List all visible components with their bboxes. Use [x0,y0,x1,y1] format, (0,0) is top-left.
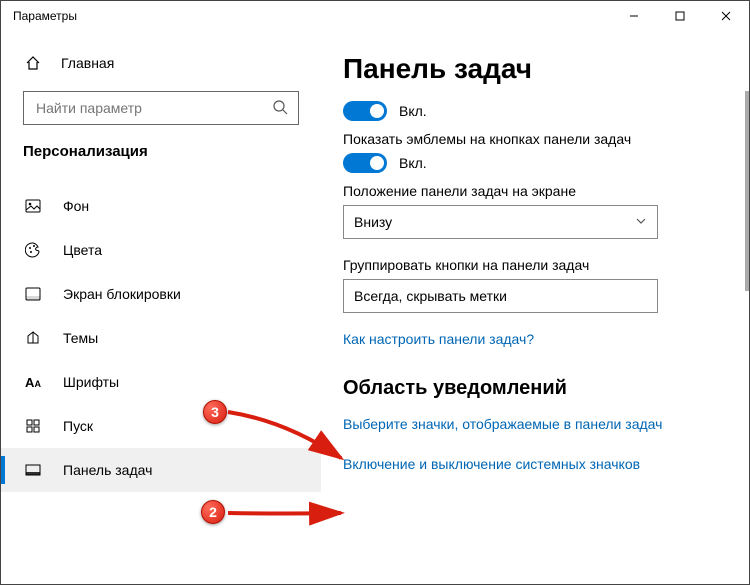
close-button[interactable] [703,1,749,31]
scrollbar[interactable] [745,91,749,291]
palette-icon [23,242,43,258]
sidebar: Главная Персонализация Фон Цвета Экран б… [1,31,321,584]
position-select[interactable]: Внизу [343,205,658,239]
sidebar-item-label: Шрифты [63,374,119,390]
sidebar-item-themes[interactable]: Темы [1,316,321,360]
toggle-switch[interactable] [343,153,387,173]
sidebar-item-start[interactable]: Пуск [1,404,321,448]
section-heading: Область уведомлений [343,377,721,400]
home-label: Главная [61,55,114,71]
taskbar-icon [23,464,43,476]
sidebar-item-background[interactable]: Фон [1,184,321,228]
callout-2: 2 [201,500,225,524]
sidebar-item-fonts[interactable]: AA Шрифты [1,360,321,404]
main-panel: Панель задач Вкл. Показать эмблемы на кн… [321,31,749,584]
themes-icon [23,330,43,346]
search-field[interactable] [34,99,272,117]
sidebar-item-label: Панель задач [63,462,152,478]
content: Главная Персонализация Фон Цвета Экран б… [1,31,749,584]
select-value: Внизу [354,214,392,230]
sidebar-item-label: Пуск [63,418,93,434]
sidebar-item-label: Фон [63,198,89,214]
start-icon [23,419,43,433]
search-input[interactable] [23,91,299,125]
toggle-row-2: Вкл. [343,153,721,173]
group-select[interactable]: Всегда, скрывать метки [343,279,658,313]
search-icon [272,99,288,118]
toggle-switch[interactable] [343,101,387,121]
toggle-row-1: Вкл. [343,101,721,121]
help-link[interactable]: Как настроить панели задач? [343,331,721,347]
minimize-button[interactable] [611,1,657,31]
lockscreen-icon [23,287,43,301]
titlebar: Параметры [1,1,749,31]
group-label: Группировать кнопки на панели задач [343,257,721,273]
picture-icon [23,199,43,213]
chevron-down-icon [635,214,647,230]
fonts-icon: AA [23,375,43,390]
callout-3: 3 [203,400,227,424]
home-link[interactable]: Главная [1,43,321,83]
select-value: Всегда, скрывать метки [354,288,507,304]
sidebar-item-lockscreen[interactable]: Экран блокировки [1,272,321,316]
sidebar-item-label: Темы [63,330,98,346]
link-system-icons[interactable]: Включение и выключение системных значков [343,456,721,472]
link-select-icons[interactable]: Выберите значки, отображаемые в панели з… [343,416,721,432]
window-controls [611,1,749,31]
maximize-button[interactable] [657,1,703,31]
settings-window: Параметры Главная [0,0,750,585]
page-title: Панель задач [343,53,721,85]
sidebar-item-label: Цвета [63,242,102,258]
home-icon [23,55,43,71]
badges-label: Показать эмблемы на кнопках панели задач [343,131,721,147]
window-title: Параметры [13,9,77,23]
toggle-label: Вкл. [399,155,427,171]
sidebar-item-label: Экран блокировки [63,286,181,302]
position-label: Положение панели задач на экране [343,183,721,199]
toggle-label: Вкл. [399,103,427,119]
sidebar-item-taskbar[interactable]: Панель задач [1,448,321,492]
category-label: Персонализация [1,143,321,160]
sidebar-item-colors[interactable]: Цвета [1,228,321,272]
